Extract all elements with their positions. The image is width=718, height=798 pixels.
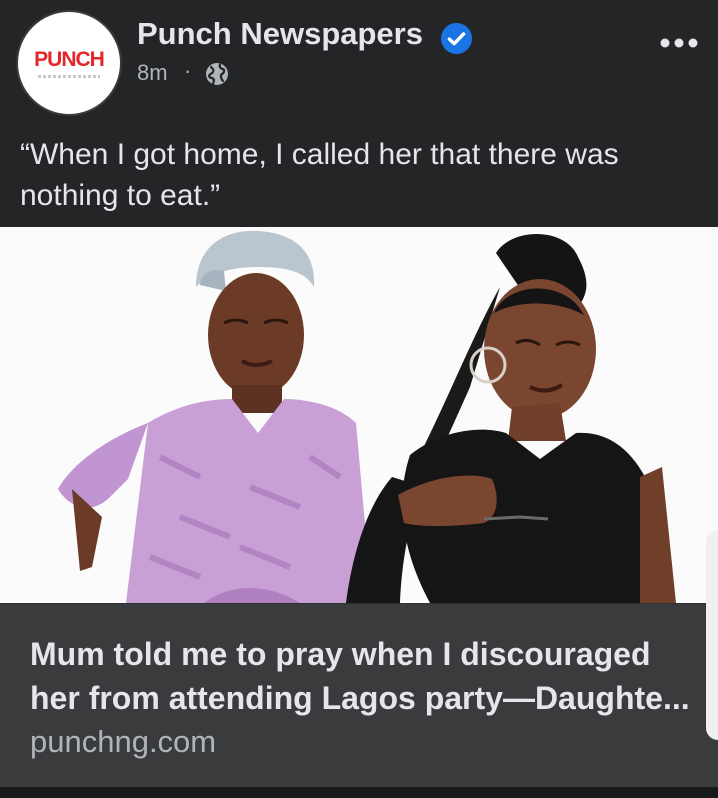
verified-badge-icon [441, 23, 472, 54]
link-preview-card[interactable]: Mum told me to pray when I discouraged h… [0, 603, 718, 787]
page-avatar[interactable]: PUNCH [16, 10, 122, 116]
post-text: “When I got home, I called her that ther… [20, 138, 619, 212]
more-options-icon[interactable] [659, 36, 699, 50]
link-title[interactable]: Mum told me to pray when I discouraged h… [30, 632, 690, 720]
meta-separator: · [184, 58, 192, 83]
post-header: PUNCH Punch Newspapers 8m · [0, 0, 718, 118]
post-divider [0, 787, 718, 798]
punch-logo: PUNCH [34, 47, 105, 71]
post-image[interactable] [0, 227, 718, 603]
link-domain: punchng.com [30, 724, 217, 759]
overlay-edge [706, 530, 718, 740]
photo-two-women [0, 227, 718, 603]
logo-tagline-graphic [38, 74, 100, 78]
page-name[interactable]: Punch Newspapers [137, 16, 423, 52]
globe-icon [206, 63, 228, 86]
post-time[interactable]: 8m [137, 60, 168, 86]
